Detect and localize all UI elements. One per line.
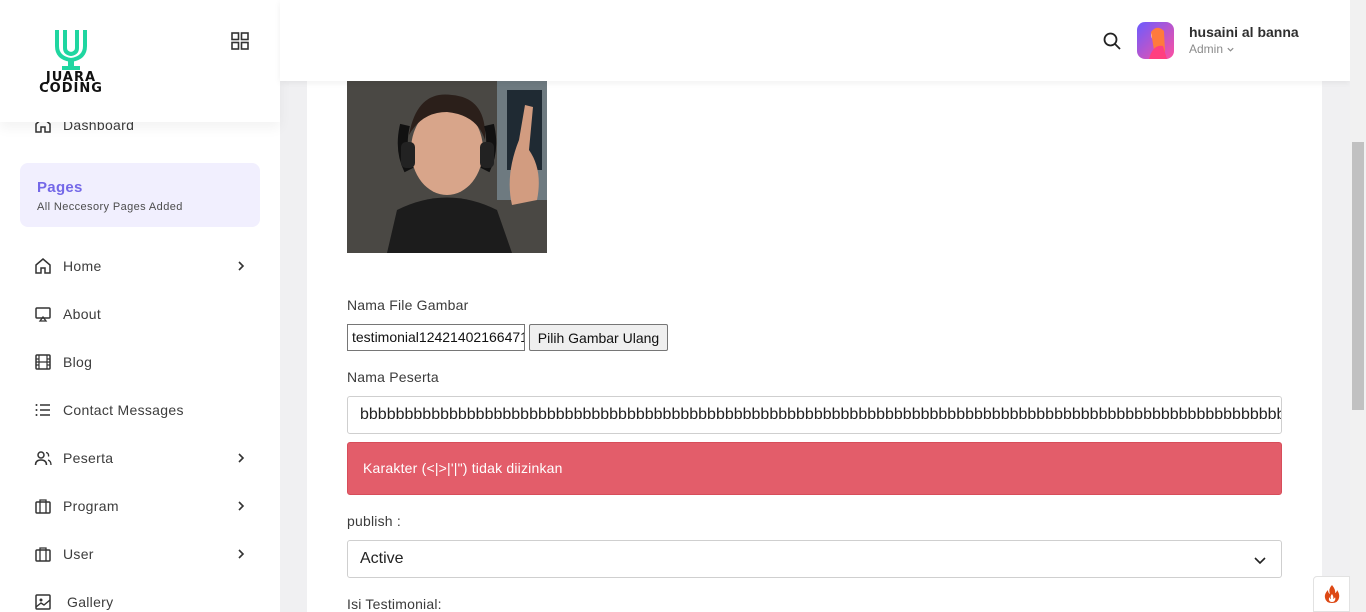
scrollbar-thumb[interactable]: [1352, 142, 1364, 410]
chevron-right-icon: [238, 453, 245, 463]
sidebar-item-label: About: [63, 306, 102, 322]
logo-text: JUARA CODING: [39, 70, 103, 96]
film-icon: [35, 354, 51, 370]
sidebar-item-program[interactable]: Program: [34, 494, 254, 518]
page-scrollbar[interactable]: [1350, 0, 1366, 612]
error-alert: Karakter (<|>|'|") tidak diizinkan: [347, 442, 1282, 495]
sidebar: JUARA CODING Dashboard Pages All Necceso…: [0, 0, 280, 612]
sidebar-item-label: Gallery: [67, 594, 114, 610]
sidebar-item-user[interactable]: User: [34, 542, 254, 566]
pages-section-card: Pages All Neccesory Pages Added: [20, 163, 260, 227]
sidebar-item-blog[interactable]: Blog: [34, 350, 254, 374]
user-name: husaini al banna: [1189, 24, 1299, 40]
sidebar-item-label: Program: [63, 498, 119, 514]
sidebar-item-label: User: [63, 546, 94, 562]
chevron-right-icon: [238, 549, 245, 559]
debug-toolbar-button[interactable]: [1313, 576, 1350, 612]
file-name-field[interactable]: testimonial124214021664713: [347, 324, 525, 351]
participant-name-label: Nama Peserta: [347, 369, 439, 385]
publish-select[interactable]: Active: [347, 540, 1282, 578]
juara-coding-logo: [55, 30, 87, 70]
chevron-right-icon: [238, 261, 245, 271]
pages-subtitle: All Neccesory Pages Added: [37, 201, 183, 213]
sidebar-item-about[interactable]: About: [34, 302, 254, 326]
testimonial-photo: [347, 80, 547, 253]
briefcase-icon: [35, 547, 51, 562]
monitor-icon: [35, 307, 51, 322]
sidebar-item-contact-messages[interactable]: Contact Messages: [34, 398, 254, 422]
chevron-right-icon: [238, 501, 245, 511]
flame-icon: [1324, 585, 1339, 603]
chevron-down-icon: [1227, 47, 1234, 52]
brand-area: JUARA CODING: [0, 0, 280, 122]
list-icon: [35, 404, 50, 416]
sidebar-item-label: Peserta: [63, 450, 114, 466]
search-icon[interactable]: [1102, 31, 1122, 51]
publish-label: publish :: [347, 513, 401, 529]
user-role: Admin: [1189, 42, 1224, 56]
sidebar-item-home[interactable]: Home: [34, 254, 254, 278]
sidebar-item-peserta[interactable]: Peserta: [34, 446, 254, 470]
top-header: husaini al banna Admin: [280, 0, 1350, 81]
participant-name-field[interactable]: bbbbbbbbbbbbbbbbbbbbbbbbbbbbbbbbbbbbbbbb…: [347, 396, 1282, 434]
chevron-down-icon: [1254, 557, 1266, 565]
sidebar-item-label: Contact Messages: [63, 402, 184, 418]
testimonial-label: Isi Testimonial:: [347, 596, 442, 612]
pages-title: Pages: [37, 179, 83, 196]
publish-selected-value: Active: [360, 550, 404, 567]
briefcase-icon: [35, 499, 51, 514]
file-name-label: Nama File Gambar: [347, 297, 469, 313]
users-icon: [34, 451, 52, 466]
avatar[interactable]: [1137, 22, 1174, 59]
home-icon: [35, 258, 51, 274]
grid-menu-icon[interactable]: [230, 31, 250, 51]
user-role-dropdown[interactable]: Admin: [1189, 42, 1235, 56]
choose-image-button[interactable]: Pilih Gambar Ulang: [529, 324, 668, 351]
image-icon: [35, 594, 51, 610]
sidebar-item-label: Home: [63, 258, 102, 274]
sidebar-item-label: Blog: [63, 354, 93, 370]
sidebar-item-gallery[interactable]: Gallery: [34, 590, 254, 612]
